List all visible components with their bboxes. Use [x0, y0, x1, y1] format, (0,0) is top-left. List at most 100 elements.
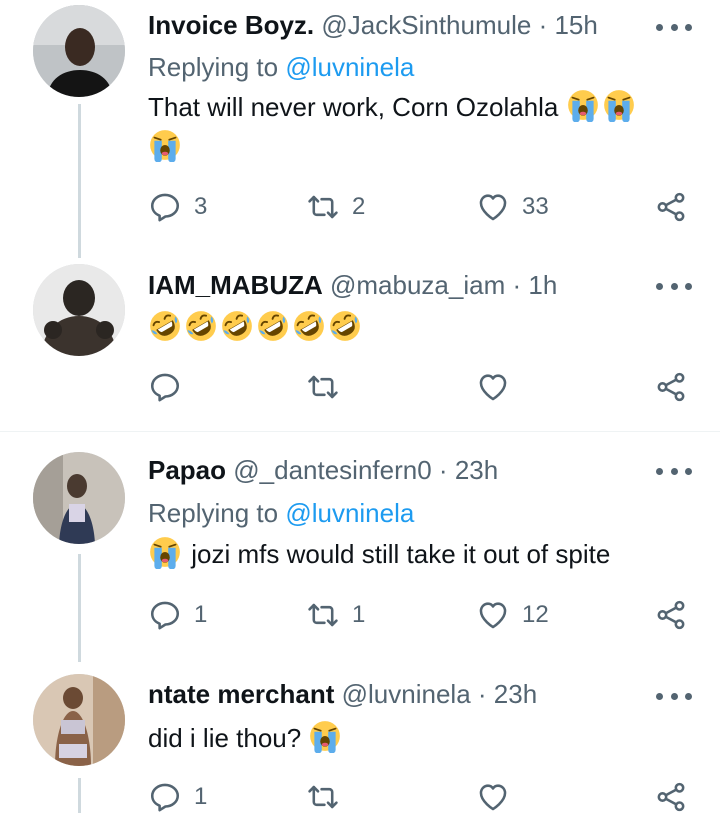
like-icon [476, 190, 510, 224]
like-count: 12 [522, 601, 549, 628]
share-icon [654, 780, 688, 813]
loudly-crying-face-icon [602, 88, 636, 122]
timestamp[interactable]: 15h [554, 10, 597, 40]
avatar-image [33, 674, 125, 766]
retweet-button[interactable]: 1 [306, 597, 365, 633]
reply-button[interactable]: 3 [148, 189, 207, 225]
share-button[interactable] [654, 779, 688, 813]
share-icon [654, 598, 688, 632]
username[interactable]: @_dantesinfern0 [233, 455, 431, 485]
retweet-count: 2 [352, 193, 366, 220]
avatar[interactable] [33, 264, 125, 356]
tweet-iam-mabuza[interactable]: IAM_MABUZA @mabuza_iam · 1h [0, 258, 720, 430]
thread-line [78, 778, 81, 813]
tweet-actions: 3 2 33 [148, 189, 693, 225]
tweet-header: ntate merchant @luvninela · 23h [148, 678, 650, 710]
avatar-image [33, 5, 125, 97]
separator-dot: · [512, 270, 522, 300]
avatar-image [33, 264, 125, 356]
more-icon[interactable] [656, 465, 692, 477]
tweet-text-content: That will never work, Corn Ozolahla [148, 92, 559, 122]
like-count: 33 [522, 193, 549, 220]
avatar[interactable] [33, 674, 125, 766]
like-button[interactable]: 33 [476, 189, 549, 225]
avatar[interactable] [33, 5, 125, 97]
reply-icon [148, 780, 182, 813]
tweet-text: did i lie thou? [148, 718, 660, 758]
tweet-text-content: did i lie thou? [148, 723, 302, 753]
display-name[interactable]: Invoice Boyz. [148, 10, 314, 40]
separator-dot: · [538, 10, 548, 40]
timestamp[interactable]: 23h [494, 679, 537, 709]
reply-button[interactable]: 1 [148, 779, 207, 813]
reply-icon [148, 598, 182, 632]
reply-count: 1 [194, 601, 208, 628]
avatar[interactable] [33, 452, 125, 544]
more-icon[interactable] [656, 21, 692, 33]
tweet-header: Papao @_dantesinfern0 · 23h [148, 454, 650, 486]
tweet-invoice-boyz[interactable]: Invoice Boyz. @JackSinthumule · 15h Repl… [0, 0, 720, 258]
tweet-actions [148, 369, 693, 405]
loudly-crying-face-icon [566, 88, 600, 122]
retweet-count: 1 [352, 601, 366, 628]
username[interactable]: @JackSinthumule [321, 10, 531, 40]
display-name[interactable]: Papao [148, 455, 226, 485]
username[interactable]: @luvninela [342, 679, 471, 709]
tweet-papao[interactable]: Papao @_dantesinfern0 · 23h Replying to … [0, 432, 720, 662]
replying-to: Replying to @luvninela [148, 51, 414, 83]
separator-dot: · [438, 455, 448, 485]
retweet-icon [306, 370, 340, 404]
like-icon [476, 780, 510, 813]
mention-link[interactable]: @luvninela [285, 52, 414, 82]
timestamp[interactable]: 1h [528, 270, 557, 300]
username[interactable]: @mabuza_iam [330, 270, 505, 300]
retweet-button[interactable] [306, 369, 340, 405]
tweet-text-content: jozi mfs would still take it out of spit… [191, 539, 611, 569]
reply-button[interactable] [148, 369, 182, 405]
reply-icon [148, 190, 182, 224]
separator-dot: · [477, 679, 487, 709]
replying-to-label: Replying to [148, 498, 279, 528]
rolling-on-floor-laughing-icon [148, 309, 182, 343]
like-icon [476, 370, 510, 404]
share-button[interactable] [654, 597, 688, 633]
tweet-actions: 1 [148, 779, 693, 813]
reply-count: 1 [194, 783, 208, 810]
tweet-text: jozi mfs would still take it out of spit… [148, 534, 660, 574]
replying-to: Replying to @luvninela [148, 497, 414, 529]
tweet-text: That will never work, Corn Ozolahla [148, 87, 660, 167]
tweet-header: IAM_MABUZA @mabuza_iam · 1h [148, 269, 650, 301]
display-name[interactable]: IAM_MABUZA [148, 270, 323, 300]
replying-to-label: Replying to [148, 52, 279, 82]
like-button[interactable] [476, 779, 510, 813]
rolling-on-floor-laughing-icon [328, 309, 362, 343]
loudly-crying-face-icon [308, 719, 342, 753]
share-button[interactable] [654, 369, 688, 405]
tweet-header: Invoice Boyz. @JackSinthumule · 15h [148, 9, 650, 41]
retweet-button[interactable] [306, 779, 340, 813]
more-icon[interactable] [656, 690, 692, 702]
loudly-crying-face-icon [148, 535, 182, 569]
thread-line [78, 554, 81, 662]
timestamp[interactable]: 23h [455, 455, 498, 485]
rolling-on-floor-laughing-icon [292, 309, 326, 343]
retweet-icon [306, 780, 340, 813]
retweet-button[interactable]: 2 [306, 189, 365, 225]
avatar-image [33, 452, 125, 544]
mention-link[interactable]: @luvninela [285, 498, 414, 528]
tweet-ntate-merchant[interactable]: ntate merchant @luvninela · 23h did i li… [0, 662, 720, 813]
reply-button[interactable]: 1 [148, 597, 207, 633]
like-button[interactable] [476, 369, 510, 405]
like-icon [476, 598, 510, 632]
display-name[interactable]: ntate merchant [148, 679, 334, 709]
reply-icon [148, 370, 182, 404]
share-icon [654, 190, 688, 224]
rolling-on-floor-laughing-icon [220, 309, 254, 343]
share-button[interactable] [654, 189, 688, 225]
like-button[interactable]: 12 [476, 597, 549, 633]
loudly-crying-face-icon [148, 128, 182, 162]
share-icon [654, 370, 688, 404]
more-icon[interactable] [656, 280, 692, 292]
reply-count: 3 [194, 193, 208, 220]
retweet-icon [306, 598, 340, 632]
